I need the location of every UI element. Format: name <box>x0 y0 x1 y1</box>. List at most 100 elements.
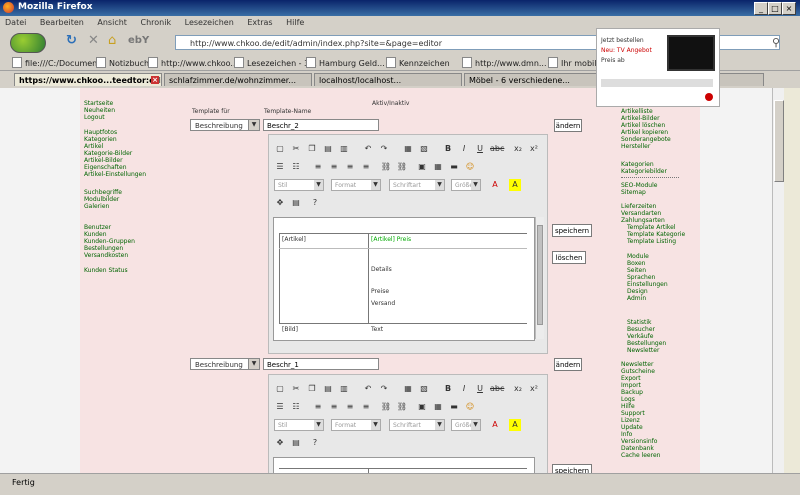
bookmark-item[interactable]: file:///C:/Documents <box>12 57 105 68</box>
nav-link[interactable]: Sitemap <box>621 189 646 196</box>
nav-link[interactable]: Template Artikel <box>627 224 676 231</box>
bold-icon[interactable]: B <box>442 383 454 395</box>
menu-ansicht[interactable]: Ansicht <box>97 18 127 27</box>
paste-icon[interactable]: ▤ <box>322 383 334 395</box>
nav-link[interactable]: Design <box>627 288 648 295</box>
strike-icon[interactable]: abc <box>490 143 504 155</box>
nav-link[interactable]: Lieferzeiten <box>621 203 656 210</box>
nav-link[interactable]: Boxen <box>627 260 645 267</box>
nav-link[interactable]: Neuheiten <box>84 107 115 114</box>
redo-icon[interactable]: ↷ <box>378 383 390 395</box>
cut-icon[interactable]: ✂ <box>290 383 302 395</box>
nav-link[interactable]: Admin <box>627 295 646 302</box>
underline-icon[interactable]: U <box>474 383 486 395</box>
nav-link[interactable]: Template Kategorie <box>627 231 685 238</box>
nav-link[interactable]: Artikel-Bilder <box>84 157 123 164</box>
menu-hilfe[interactable]: Hilfe <box>286 18 304 27</box>
text-color-icon[interactable]: A <box>489 419 501 431</box>
redo-icon[interactable]: ↷ <box>378 143 390 155</box>
blocks-icon[interactable]: ▤ <box>290 197 302 209</box>
menu-bearbeiten[interactable]: Bearbeiten <box>40 18 84 27</box>
nav-link[interactable]: Logs <box>621 396 635 403</box>
copy-icon[interactable]: ❐ <box>306 383 318 395</box>
editor-scrollbar[interactable] <box>535 217 544 339</box>
close-tab-icon[interactable]: × <box>151 76 159 84</box>
template-type-select[interactable]: Beschreibung ▼ <box>190 358 260 370</box>
nav-link[interactable]: SEO-Module <box>621 182 657 189</box>
nav-link[interactable]: Module <box>627 253 649 260</box>
close-button[interactable]: × <box>782 2 796 15</box>
nav-link[interactable]: Versandarten <box>621 210 661 217</box>
stop-icon[interactable]: ✕ <box>88 34 99 48</box>
nav-link[interactable]: Einstellungen <box>627 281 668 288</box>
nav-link[interactable]: Artikel-Bilder <box>621 115 660 122</box>
template-name-input[interactable]: Beschr_1 <box>263 358 379 370</box>
minimize-button[interactable]: _ <box>754 2 768 15</box>
strike-icon[interactable]: abc <box>490 383 504 395</box>
align-center-icon[interactable]: ≡ <box>344 161 356 173</box>
nav-link[interactable]: Kunden Status <box>84 267 128 274</box>
nav-link[interactable]: Kategorien <box>621 161 654 168</box>
nav-link[interactable]: Kategorien <box>84 136 117 143</box>
bullet-list-icon[interactable]: ☷ <box>290 161 302 173</box>
blocks-icon[interactable]: ▤ <box>290 437 302 449</box>
editor-content-area[interactable]: [Artikel] [Artikel] Preis Details Preise… <box>273 217 535 341</box>
change-button[interactable]: ändern <box>554 119 582 132</box>
save-button[interactable]: speichern <box>552 224 592 237</box>
align-center-icon[interactable]: ≡ <box>344 401 356 413</box>
italic-icon[interactable]: I <box>458 383 470 395</box>
superscript-icon[interactable]: x² <box>528 383 540 395</box>
editor-content-area[interactable] <box>273 457 535 473</box>
paste-word-icon[interactable]: ▥ <box>338 383 350 395</box>
bookmark-item[interactable]: http://www.chkoo... <box>148 57 238 68</box>
bookmark-item[interactable]: Hamburg Geld... <box>306 57 385 68</box>
nav-link[interactable]: Support <box>621 410 645 417</box>
back-forward-button[interactable] <box>10 33 46 53</box>
table-icon[interactable]: ▦ <box>432 401 444 413</box>
nav-link[interactable]: Kategorie-Bilder <box>84 150 132 157</box>
nav-link[interactable]: Kunden-Gruppen <box>84 238 135 245</box>
smiley-icon[interactable]: ☺ <box>464 401 476 413</box>
find-icon[interactable]: ▦ <box>402 383 414 395</box>
nav-link[interactable]: Hauptfotos <box>84 129 117 136</box>
nav-link[interactable]: Seiten <box>627 267 646 274</box>
bookmark-item[interactable]: Notizbuch <box>96 57 149 68</box>
format-combo[interactable]: Format ▼ <box>331 179 381 191</box>
home-icon[interactable]: ⌂ <box>108 34 116 48</box>
tab-3[interactable]: localhost/localhost... <box>314 73 462 86</box>
bookmark-item[interactable]: Lesezeichen - 3.1 <box>234 57 317 68</box>
bookmark-item[interactable]: Kennzeichen <box>386 57 450 68</box>
image-icon[interactable]: ▣ <box>416 401 428 413</box>
nav-link[interactable]: Lizenz <box>621 417 640 424</box>
subscript-icon[interactable]: x₂ <box>512 383 524 395</box>
replace-icon[interactable]: ▧ <box>418 383 430 395</box>
smiley-icon[interactable]: ☺ <box>464 161 476 173</box>
nav-link[interactable]: Backup <box>621 389 643 396</box>
nav-link[interactable]: Bestellungen <box>627 340 666 347</box>
style-combo[interactable]: Stil ▼ <box>274 419 324 431</box>
outdent-icon[interactable]: ≡ <box>312 401 324 413</box>
font-combo[interactable]: Schriftart ▼ <box>389 419 445 431</box>
underline-icon[interactable]: U <box>474 143 486 155</box>
nav-link[interactable]: Zahlungsarten <box>621 217 665 224</box>
paste-icon[interactable]: ▤ <box>322 143 334 155</box>
template-type-select[interactable]: Beschreibung ▼ <box>190 119 260 131</box>
nav-link[interactable]: Sprachen <box>627 274 655 281</box>
cut-icon[interactable]: ✂ <box>290 143 302 155</box>
nav-link[interactable]: Info <box>621 431 632 438</box>
nav-link[interactable]: Eigenschaften <box>84 164 127 171</box>
align-right-icon[interactable]: ≡ <box>360 401 372 413</box>
undo-icon[interactable]: ↶ <box>362 143 374 155</box>
delete-button[interactable]: löschen <box>552 251 586 264</box>
save-button[interactable]: speichern <box>552 464 592 473</box>
template-name-input[interactable]: Beschr_2 <box>263 119 379 131</box>
nav-link[interactable]: Hersteller <box>621 143 650 150</box>
italic-icon[interactable]: I <box>458 143 470 155</box>
nav-link[interactable]: Verkäufe <box>627 333 653 340</box>
scrollbar-thumb[interactable] <box>774 100 784 182</box>
superscript-icon[interactable]: x² <box>528 143 540 155</box>
tab-2[interactable]: schlafzimmer.de/wohnzimmer... <box>164 73 312 86</box>
indent-icon[interactable]: ≡ <box>328 401 340 413</box>
rule-icon[interactable]: ▬ <box>448 161 460 173</box>
nav-link[interactable]: Artikel <box>84 143 103 150</box>
